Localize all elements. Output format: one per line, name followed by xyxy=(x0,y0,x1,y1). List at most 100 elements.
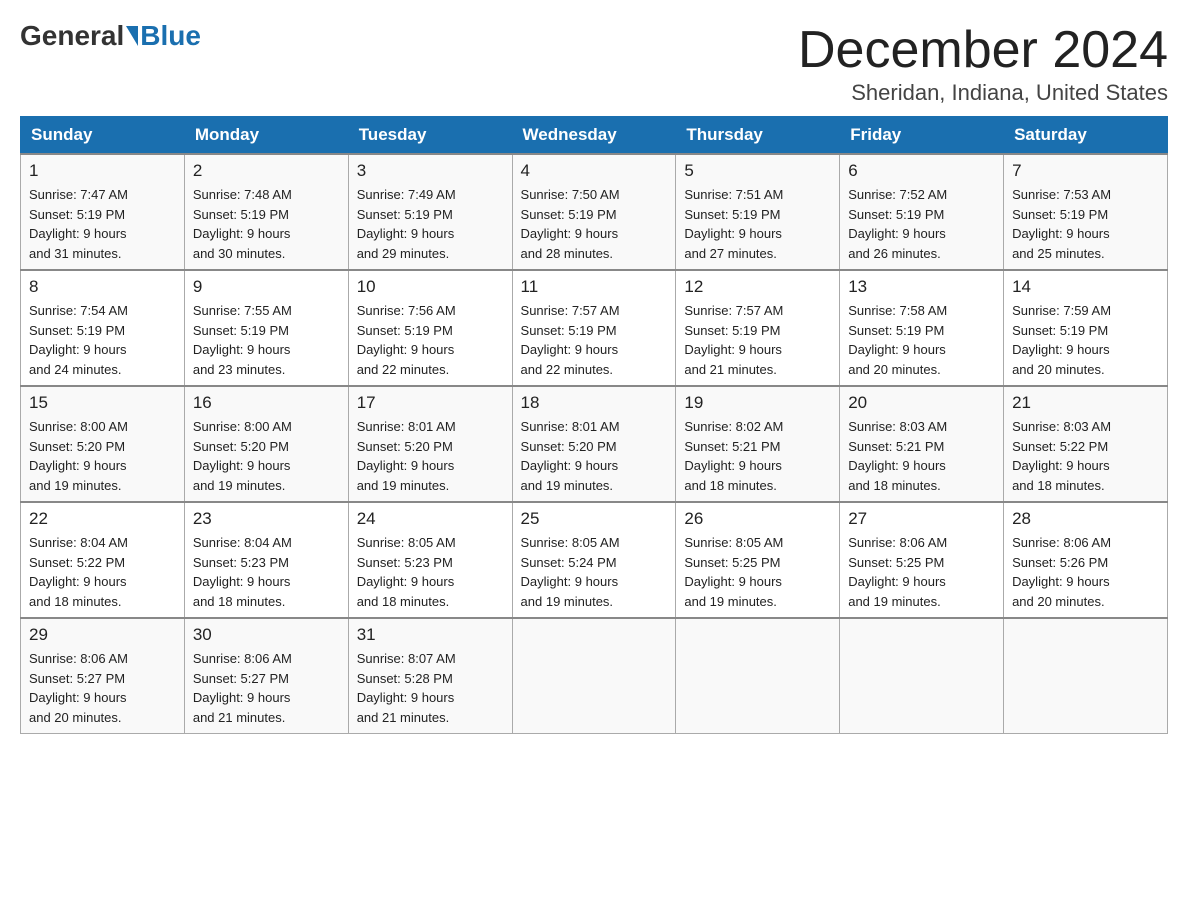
calendar-cell xyxy=(840,618,1004,734)
day-number: 20 xyxy=(848,393,995,413)
day-info: Sunrise: 7:50 AMSunset: 5:19 PMDaylight:… xyxy=(521,185,668,263)
calendar-cell: 9 Sunrise: 7:55 AMSunset: 5:19 PMDaylight… xyxy=(184,270,348,386)
day-number: 22 xyxy=(29,509,176,529)
day-info: Sunrise: 8:04 AMSunset: 5:22 PMDaylight:… xyxy=(29,533,176,611)
calendar-cell: 11 Sunrise: 7:57 AMSunset: 5:19 PMDayligh… xyxy=(512,270,676,386)
calendar-cell: 3Sunrise: 7:49 AMSunset: 5:19 PMDaylight… xyxy=(348,154,512,270)
calendar-cell: 12Sunrise: 7:57 AMSunset: 5:19 PMDayligh… xyxy=(676,270,840,386)
calendar-cell: 5 Sunrise: 7:51 AMSunset: 5:19 PMDaylight… xyxy=(676,154,840,270)
day-info: Sunrise: 8:00 AMSunset: 5:20 PMDaylight:… xyxy=(29,417,176,495)
day-info: Sunrise: 7:57 AMSunset: 5:19 PMDaylight:… xyxy=(521,301,668,379)
col-header-wednesday: Wednesday xyxy=(512,117,676,155)
day-number: 17 xyxy=(357,393,504,413)
day-info: Sunrise: 7:55 AMSunset: 5:19 PMDaylight:… xyxy=(193,301,340,379)
day-info: Sunrise: 8:00 AMSunset: 5:20 PMDaylight:… xyxy=(193,417,340,495)
calendar-cell: 4 Sunrise: 7:50 AMSunset: 5:19 PMDaylight… xyxy=(512,154,676,270)
calendar-cell: 1 Sunrise: 7:47 AMSunset: 5:19 PMDaylight… xyxy=(21,154,185,270)
day-number: 10 xyxy=(357,277,504,297)
calendar-cell: 10 Sunrise: 7:56 AMSunset: 5:19 PMDayligh… xyxy=(348,270,512,386)
week-row-4: 22 Sunrise: 8:04 AMSunset: 5:22 PMDayligh… xyxy=(21,502,1168,618)
day-number: 14 xyxy=(1012,277,1159,297)
day-info: Sunrise: 8:01 AMSunset: 5:20 PMDaylight:… xyxy=(521,417,668,495)
calendar-cell: 15Sunrise: 8:00 AMSunset: 5:20 PMDayligh… xyxy=(21,386,185,502)
day-number: 11 xyxy=(521,277,668,297)
calendar-cell: 14 Sunrise: 7:59 AMSunset: 5:19 PMDayligh… xyxy=(1004,270,1168,386)
day-number: 30 xyxy=(193,625,340,645)
month-title: December 2024 xyxy=(798,20,1168,80)
day-number: 7 xyxy=(1012,161,1159,181)
day-info: Sunrise: 8:05 AMSunset: 5:23 PMDaylight:… xyxy=(357,533,504,611)
day-info: Sunrise: 8:05 AMSunset: 5:25 PMDaylight:… xyxy=(684,533,831,611)
calendar-cell: 21Sunrise: 8:03 AMSunset: 5:22 PMDayligh… xyxy=(1004,386,1168,502)
logo: General Blue xyxy=(20,20,201,52)
day-number: 24 xyxy=(357,509,504,529)
day-number: 29 xyxy=(29,625,176,645)
calendar-cell: 18 Sunrise: 8:01 AMSunset: 5:20 PMDayligh… xyxy=(512,386,676,502)
calendar-cell: 23 Sunrise: 8:04 AMSunset: 5:23 PMDayligh… xyxy=(184,502,348,618)
calendar-cell: 17 Sunrise: 8:01 AMSunset: 5:20 PMDayligh… xyxy=(348,386,512,502)
day-number: 18 xyxy=(521,393,668,413)
day-number: 1 xyxy=(29,161,176,181)
day-number: 25 xyxy=(521,509,668,529)
col-header-saturday: Saturday xyxy=(1004,117,1168,155)
calendar-cell: 29 Sunrise: 8:06 AMSunset: 5:27 PMDayligh… xyxy=(21,618,185,734)
day-info: Sunrise: 7:57 AMSunset: 5:19 PMDaylight:… xyxy=(684,301,831,379)
day-info: Sunrise: 8:03 AMSunset: 5:21 PMDaylight:… xyxy=(848,417,995,495)
day-number: 28 xyxy=(1012,509,1159,529)
day-number: 26 xyxy=(684,509,831,529)
day-number: 16 xyxy=(193,393,340,413)
day-number: 8 xyxy=(29,277,176,297)
day-info: Sunrise: 8:01 AMSunset: 5:20 PMDaylight:… xyxy=(357,417,504,495)
day-number: 27 xyxy=(848,509,995,529)
calendar-table: SundayMondayTuesdayWednesdayThursdayFrid… xyxy=(20,116,1168,734)
col-header-sunday: Sunday xyxy=(21,117,185,155)
calendar-cell: 8 Sunrise: 7:54 AMSunset: 5:19 PMDaylight… xyxy=(21,270,185,386)
day-info: Sunrise: 7:56 AMSunset: 5:19 PMDaylight:… xyxy=(357,301,504,379)
calendar-cell: 25Sunrise: 8:05 AMSunset: 5:24 PMDayligh… xyxy=(512,502,676,618)
col-header-monday: Monday xyxy=(184,117,348,155)
day-number: 6 xyxy=(848,161,995,181)
week-row-1: 1 Sunrise: 7:47 AMSunset: 5:19 PMDaylight… xyxy=(21,154,1168,270)
calendar-cell xyxy=(1004,618,1168,734)
day-info: Sunrise: 7:58 AMSunset: 5:19 PMDaylight:… xyxy=(848,301,995,379)
day-info: Sunrise: 7:59 AMSunset: 5:19 PMDaylight:… xyxy=(1012,301,1159,379)
logo-triangle-icon xyxy=(126,26,138,46)
calendar-cell: 2 Sunrise: 7:48 AMSunset: 5:19 PMDaylight… xyxy=(184,154,348,270)
week-row-3: 15Sunrise: 8:00 AMSunset: 5:20 PMDayligh… xyxy=(21,386,1168,502)
day-number: 9 xyxy=(193,277,340,297)
calendar-cell: 7Sunrise: 7:53 AMSunset: 5:19 PMDaylight… xyxy=(1004,154,1168,270)
day-info: Sunrise: 8:07 AMSunset: 5:28 PMDaylight:… xyxy=(357,649,504,727)
day-number: 4 xyxy=(521,161,668,181)
day-info: Sunrise: 7:47 AMSunset: 5:19 PMDaylight:… xyxy=(29,185,176,263)
day-number: 23 xyxy=(193,509,340,529)
day-info: Sunrise: 7:48 AMSunset: 5:19 PMDaylight:… xyxy=(193,185,340,263)
day-info: Sunrise: 7:54 AMSunset: 5:19 PMDaylight:… xyxy=(29,301,176,379)
calendar-cell: 16 Sunrise: 8:00 AMSunset: 5:20 PMDayligh… xyxy=(184,386,348,502)
day-info: Sunrise: 8:06 AMSunset: 5:26 PMDaylight:… xyxy=(1012,533,1159,611)
col-header-thursday: Thursday xyxy=(676,117,840,155)
calendar-cell: 28 Sunrise: 8:06 AMSunset: 5:26 PMDayligh… xyxy=(1004,502,1168,618)
calendar-cell: 19Sunrise: 8:02 AMSunset: 5:21 PMDayligh… xyxy=(676,386,840,502)
day-number: 31 xyxy=(357,625,504,645)
day-info: Sunrise: 8:06 AMSunset: 5:27 PMDaylight:… xyxy=(29,649,176,727)
week-row-2: 8 Sunrise: 7:54 AMSunset: 5:19 PMDaylight… xyxy=(21,270,1168,386)
col-header-tuesday: Tuesday xyxy=(348,117,512,155)
logo-blue-text: Blue xyxy=(140,20,201,52)
day-number: 2 xyxy=(193,161,340,181)
day-number: 5 xyxy=(684,161,831,181)
day-info: Sunrise: 8:03 AMSunset: 5:22 PMDaylight:… xyxy=(1012,417,1159,495)
day-info: Sunrise: 7:52 AMSunset: 5:19 PMDaylight:… xyxy=(848,185,995,263)
calendar-cell: 13Sunrise: 7:58 AMSunset: 5:19 PMDayligh… xyxy=(840,270,1004,386)
day-info: Sunrise: 8:04 AMSunset: 5:23 PMDaylight:… xyxy=(193,533,340,611)
calendar-cell: 6 Sunrise: 7:52 AMSunset: 5:19 PMDaylight… xyxy=(840,154,1004,270)
day-info: Sunrise: 7:51 AMSunset: 5:19 PMDaylight:… xyxy=(684,185,831,263)
col-header-friday: Friday xyxy=(840,117,1004,155)
day-info: Sunrise: 7:49 AMSunset: 5:19 PMDaylight:… xyxy=(357,185,504,263)
day-info: Sunrise: 8:06 AMSunset: 5:25 PMDaylight:… xyxy=(848,533,995,611)
calendar-cell: 26 Sunrise: 8:05 AMSunset: 5:25 PMDayligh… xyxy=(676,502,840,618)
calendar-cell xyxy=(676,618,840,734)
calendar-cell xyxy=(512,618,676,734)
calendar-cell: 20 Sunrise: 8:03 AMSunset: 5:21 PMDayligh… xyxy=(840,386,1004,502)
calendar-cell: 30Sunrise: 8:06 AMSunset: 5:27 PMDayligh… xyxy=(184,618,348,734)
day-number: 19 xyxy=(684,393,831,413)
